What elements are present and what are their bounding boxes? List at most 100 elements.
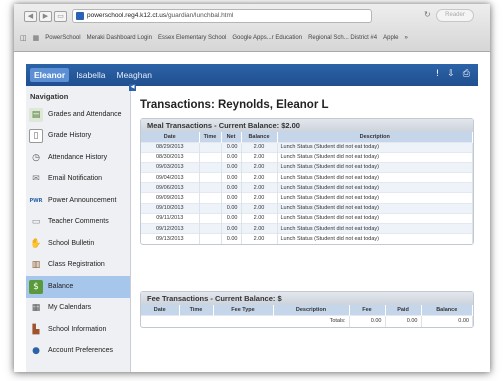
cell-date: 09/11/2013 xyxy=(141,212,200,224)
cell-net: 0.00 xyxy=(221,172,242,183)
cell-balance: 2.00 xyxy=(241,161,278,173)
cell-date: 09/04/2013 xyxy=(141,172,200,183)
table-row: 09/04/2013 0.00 2.00 Lunch Status (Student … xyxy=(141,172,473,183)
student-tab-eleanor[interactable]: Eleanor xyxy=(30,68,70,82)
column-header: Description xyxy=(277,132,473,142)
sidebar-item-account-preferences[interactable]: ● Account Preferences xyxy=(26,341,130,363)
powerschool-favicon-icon xyxy=(76,12,84,20)
address-bar[interactable]: powerschool.reg4.k12.ct.us/guardian/lunc… xyxy=(72,9,372,23)
fee-transactions-table: Date Time Fee Type Description Fee Paid … xyxy=(141,305,473,327)
table-row: 08/30/2013 0.00 2.00 Lunch Status (Student … xyxy=(141,151,473,163)
cell-date: 09/10/2013 xyxy=(141,202,200,214)
sidebar-item-label: Balance xyxy=(48,282,74,290)
announcement-icon: PWR xyxy=(29,197,43,204)
cell-time xyxy=(199,151,222,163)
bulletin-icon: ✋ xyxy=(30,238,42,249)
cell-net: 0.00 xyxy=(221,192,242,204)
total-paid: 0.00 xyxy=(385,314,422,327)
sidebar-item-class-registration[interactable]: ▥ Class Registration xyxy=(26,255,130,277)
column-header: Balance xyxy=(241,132,278,142)
cell-description: Lunch Status (Student did not eat today) xyxy=(277,233,473,244)
bookmark-apple[interactable]: Apple xyxy=(383,35,398,41)
sidebar-item-label: Class Registration xyxy=(48,261,105,269)
total-balance: 0.00 xyxy=(421,314,473,327)
cell-time xyxy=(199,233,222,244)
sidebar-item-my-calendars[interactable]: ▦ My Calendars xyxy=(26,298,130,320)
meal-transactions-header: Meal Transactions - Current Balance: $2.… xyxy=(141,119,473,132)
document-icon: ▯ xyxy=(29,129,43,144)
bookmark-meraki[interactable]: Meraki Dashboard Login xyxy=(87,35,152,41)
back-arrow-icon[interactable]: ◀ xyxy=(24,11,37,22)
cell-balance: 2.00 xyxy=(241,151,278,163)
reading-list-icon[interactable]: ◫ xyxy=(20,34,27,42)
download-icon[interactable]: ⇩ xyxy=(447,69,455,79)
bookmarks-more-icon[interactable]: » xyxy=(404,35,407,41)
sidebar-item-grades-and-attendance[interactable]: ▤ Grades and Attendance xyxy=(26,104,130,126)
sidebar-item-school-information[interactable]: ▙ School Information xyxy=(26,319,130,341)
reader-button[interactable]: Reader xyxy=(436,9,474,22)
cell-balance: 2.00 xyxy=(241,233,278,244)
sidebar-item-power-announcement[interactable]: PWR Power Announcement xyxy=(26,190,130,212)
cell-description: Lunch Status (Student did not eat today) xyxy=(277,202,473,214)
sidebar-item-email-notification[interactable]: ✉ Email Notification xyxy=(26,169,130,191)
cell-net: 0.00 xyxy=(221,212,242,224)
sidebar-item-school-bulletin[interactable]: ✋ School Bulletin xyxy=(26,233,130,255)
student-tab-isabella[interactable]: Isabella xyxy=(72,68,109,82)
cell-date: 09/12/2013 xyxy=(141,222,200,234)
student-tab-meaghan[interactable]: Meaghan xyxy=(113,68,156,82)
collapse-sidebar-icon[interactable]: ◀ xyxy=(129,84,136,91)
url-host: powerschool.reg4.k12.ct.us xyxy=(87,12,167,19)
cell-description: Lunch Status (Student did not eat today) xyxy=(277,161,473,173)
table-row: 09/12/2013 0.00 2.00 Lunch Status (Student … xyxy=(141,222,473,234)
page-title: Transactions: Reynolds, Eleanor L xyxy=(140,99,329,111)
student-header-bar: Eleanor Isabella Meaghan ! ⇩ ⎙ xyxy=(26,64,478,86)
column-header: Net xyxy=(221,132,242,142)
cell-net: 0.00 xyxy=(221,161,242,173)
user-icon: ● xyxy=(32,346,40,357)
sidebar-item-label: Grade History xyxy=(48,132,92,140)
browser-nav-buttons: ◀ ▶ ▭ xyxy=(24,11,67,22)
envelope-icon: ✉ xyxy=(32,174,40,185)
bookmark-essex[interactable]: Essex Elementary School xyxy=(158,35,226,41)
cell-net: 0.00 xyxy=(221,222,242,234)
column-header: Time xyxy=(179,305,214,315)
sidebar-item-label: Email Notification xyxy=(48,175,103,183)
top-sites-icon[interactable]: ▦ xyxy=(33,34,40,42)
cell-balance: 2.00 xyxy=(241,202,278,214)
bookmark-powerschool[interactable]: PowerSchool xyxy=(45,35,80,41)
sidebar-item-attendance-history[interactable]: ◷ Attendance History xyxy=(26,147,130,169)
cell-balance: 2.00 xyxy=(241,141,278,153)
clock-icon: ◷ xyxy=(32,152,40,163)
bookmarks-bar: ◫ ▦ PowerSchool Meraki Dashboard Login E… xyxy=(14,30,490,46)
forward-arrow-icon[interactable]: ▶ xyxy=(39,11,52,22)
bookmark-regional[interactable]: Regional Sch... District #4 xyxy=(308,35,377,41)
help-icon[interactable]: ! xyxy=(436,69,440,79)
reload-icon[interactable]: ↻ xyxy=(424,10,431,19)
table-row: 09/10/2013 0.00 2.00 Lunch Status (Student … xyxy=(141,202,473,214)
table-row: 09/11/2013 0.00 2.00 Lunch Status (Student … xyxy=(141,212,473,224)
cell-time xyxy=(199,192,222,204)
cell-balance: 2.00 xyxy=(241,172,278,183)
cell-time xyxy=(199,161,222,173)
money-icon: $ xyxy=(29,279,43,294)
cell-time xyxy=(199,202,222,214)
sidebar-item-balance[interactable]: $ Balance xyxy=(26,276,130,298)
sidebar-toggle-icon[interactable]: ▭ xyxy=(54,11,67,22)
sidebar-item-label: My Calendars xyxy=(48,304,92,312)
main-content: ◀ Transactions: Reynolds, Eleanor L Meal… xyxy=(129,84,478,372)
cell-date: 08/30/2013 xyxy=(141,151,200,163)
cell-time xyxy=(199,182,222,193)
table-row: 09/09/2013 0.00 2.00 Lunch Status (Student … xyxy=(141,192,473,204)
fee-totals-row: Totals: 0.00 0.00 0.00 xyxy=(141,314,473,327)
cell-description: Lunch Status (Student did not eat today) xyxy=(277,141,473,153)
building-icon: ▙ xyxy=(32,324,40,335)
sidebar-item-teacher-comments[interactable]: ▭ Teacher Comments xyxy=(26,212,130,234)
sidebar-item-label: Account Preferences xyxy=(48,347,113,355)
cell-date: 09/06/2013 xyxy=(141,182,200,193)
bookmark-google-apps[interactable]: Google Apps...r Education xyxy=(232,35,302,41)
cell-net: 0.00 xyxy=(221,141,242,153)
cell-date: 09/03/2013 xyxy=(141,161,200,173)
sidebar-item-grade-history[interactable]: ▯ Grade History xyxy=(26,126,130,148)
cell-date: 09/09/2013 xyxy=(141,192,200,204)
print-icon[interactable]: ⎙ xyxy=(463,69,470,79)
